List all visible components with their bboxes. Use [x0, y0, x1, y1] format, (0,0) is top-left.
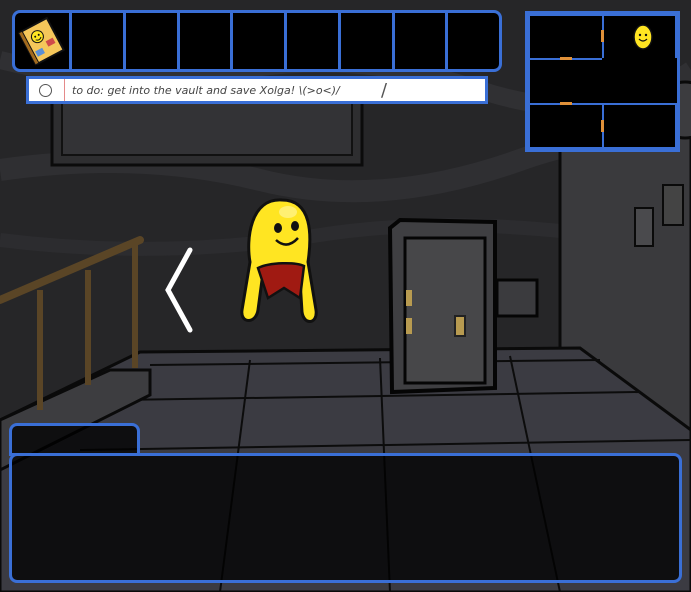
map-room [528, 14, 604, 60]
todo-note: to do: get into the vault and save Xolga… [26, 76, 488, 104]
inventory-bar [12, 10, 502, 72]
map-room [528, 103, 604, 149]
inventory-slot[interactable] [180, 13, 234, 69]
inventory-slot[interactable] [15, 13, 72, 69]
speaker-name-box [9, 423, 140, 456]
game-stage: to do: get into the vault and save Xolga… [0, 0, 691, 592]
inventory-slot[interactable] [287, 13, 341, 69]
player-marker-icon [633, 24, 653, 50]
notebook-icon[interactable] [15, 13, 69, 69]
todo-text: to do: get into the vault and save Xolga… [72, 83, 340, 97]
inventory-slot[interactable] [72, 13, 126, 69]
vault-handle[interactable] [454, 315, 466, 337]
map-door [560, 102, 572, 105]
map-door [601, 120, 604, 132]
map-room [528, 58, 604, 105]
inventory-slot[interactable] [233, 13, 287, 69]
dialog-box[interactable] [9, 453, 682, 583]
minimap [525, 11, 680, 152]
light-switch [634, 207, 654, 247]
todo-checkbox[interactable] [39, 83, 52, 97]
map-door [560, 57, 572, 60]
map-room [602, 103, 677, 149]
inventory-slot[interactable] [448, 13, 499, 69]
notebook-margin-line [64, 79, 65, 101]
map-door [601, 30, 604, 42]
map-room-unexplored [602, 58, 677, 105]
inventory-slot[interactable] [126, 13, 180, 69]
todo-slash-mark: / [381, 80, 388, 101]
map-room-current [602, 14, 677, 60]
inventory-slot[interactable] [395, 13, 449, 69]
inventory-slot[interactable] [341, 13, 395, 69]
